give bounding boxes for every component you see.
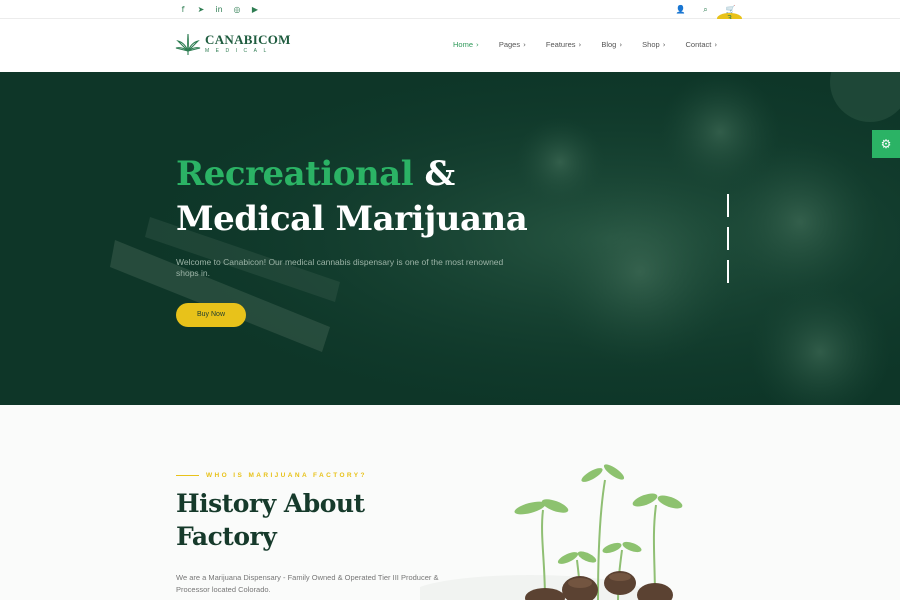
cannabis-leaf-icon — [175, 33, 201, 55]
about-section: WHO IS MARIJUANA FACTORY? History About … — [0, 405, 900, 600]
seedlings-image — [420, 464, 683, 600]
chevron-right-icon: › — [714, 41, 718, 49]
settings-gear-icon[interactable]: ⚙ — [872, 130, 900, 158]
nav-item-features[interactable]: Features › — [546, 40, 581, 50]
hero-title: Recreational & Medical Marijuana — [176, 152, 528, 242]
nav-item-label: Blog — [601, 40, 617, 49]
kicker-line — [176, 475, 199, 476]
nav-item-blog[interactable]: Blog › — [601, 40, 622, 50]
nav-item-pages[interactable]: Pages › — [499, 40, 526, 50]
hero-section: Recreational & Medical Marijuana Welcome… — [0, 72, 900, 405]
slider-indicator[interactable] — [727, 227, 729, 250]
nav-item-shop[interactable]: Shop › — [642, 40, 665, 50]
about-title-line1: History About — [176, 489, 365, 518]
nav-item-label: Contact — [685, 40, 712, 49]
linkedin-icon[interactable]: in — [210, 4, 228, 15]
social-links: f ➤ in ◎ ▶ — [174, 4, 264, 15]
hero-description: Welcome to Canabicon! Our medical cannab… — [176, 257, 504, 278]
chevron-right-icon: › — [662, 41, 666, 49]
search-icon[interactable]: ⌕ — [693, 4, 718, 15]
slider-indicator[interactable] — [727, 260, 729, 283]
youtube-icon[interactable]: ▶ — [246, 4, 264, 15]
site-logo[interactable]: CANABICOM MEDICAL — [175, 32, 291, 56]
about-description: We are a Marijuana Dispensary - Family O… — [176, 573, 439, 594]
user-icon[interactable]: 👤 — [668, 4, 693, 15]
section-kicker: WHO IS MARIJUANA FACTORY? — [176, 472, 367, 479]
hero-title-highlight: Recreational — [176, 154, 414, 194]
main-nav: Home › Pages › Features › Blog › Shop › Contact › — [453, 40, 737, 50]
top-icons: 👤 ⌕ 🛒 3 — [668, 4, 743, 24]
chevron-right-icon: › — [523, 41, 526, 49]
nav-item-contact[interactable]: Contact › — [686, 40, 718, 50]
hero-title-line2: Medical Marijuana — [176, 199, 528, 239]
instagram-icon[interactable]: ◎ — [228, 4, 246, 15]
top-bar: f➤in◎▶ 👤 ⌕ 🛒 3 — [0, 0, 900, 24]
facebook-icon[interactable]: f — [174, 4, 192, 15]
hero-title-ampersand: & — [413, 154, 455, 194]
slider-indicator[interactable] — [727, 194, 729, 217]
nav-item-home[interactable]: Home › — [453, 40, 479, 50]
logo-subtitle: MEDICAL — [205, 48, 273, 54]
cart-icon[interactable]: 🛒 3 — [717, 4, 743, 24]
nav-item-label: Features — [545, 40, 576, 49]
chevron-right-icon: › — [619, 41, 623, 49]
buy-now-button[interactable]: Buy Now — [176, 303, 246, 327]
about-title-line2: Factory — [176, 522, 277, 551]
kicker-text: WHO IS MARIJUANA FACTORY? — [206, 472, 367, 479]
nav-item-label: Shop — [642, 40, 660, 49]
telegram-icon[interactable]: ➤ — [192, 4, 210, 15]
about-title: History About Factory — [176, 487, 365, 553]
main-header: CANABICOM MEDICAL Home › Pages › Features › Bl… — [0, 19, 900, 72]
chevron-right-icon: › — [476, 41, 479, 49]
logo-name: CANABICOM — [205, 32, 291, 47]
nav-item-label: Home — [453, 40, 474, 49]
chevron-right-icon: › — [578, 41, 582, 49]
nav-item-label: Pages — [498, 40, 521, 49]
slider-pagination — [727, 194, 729, 293]
